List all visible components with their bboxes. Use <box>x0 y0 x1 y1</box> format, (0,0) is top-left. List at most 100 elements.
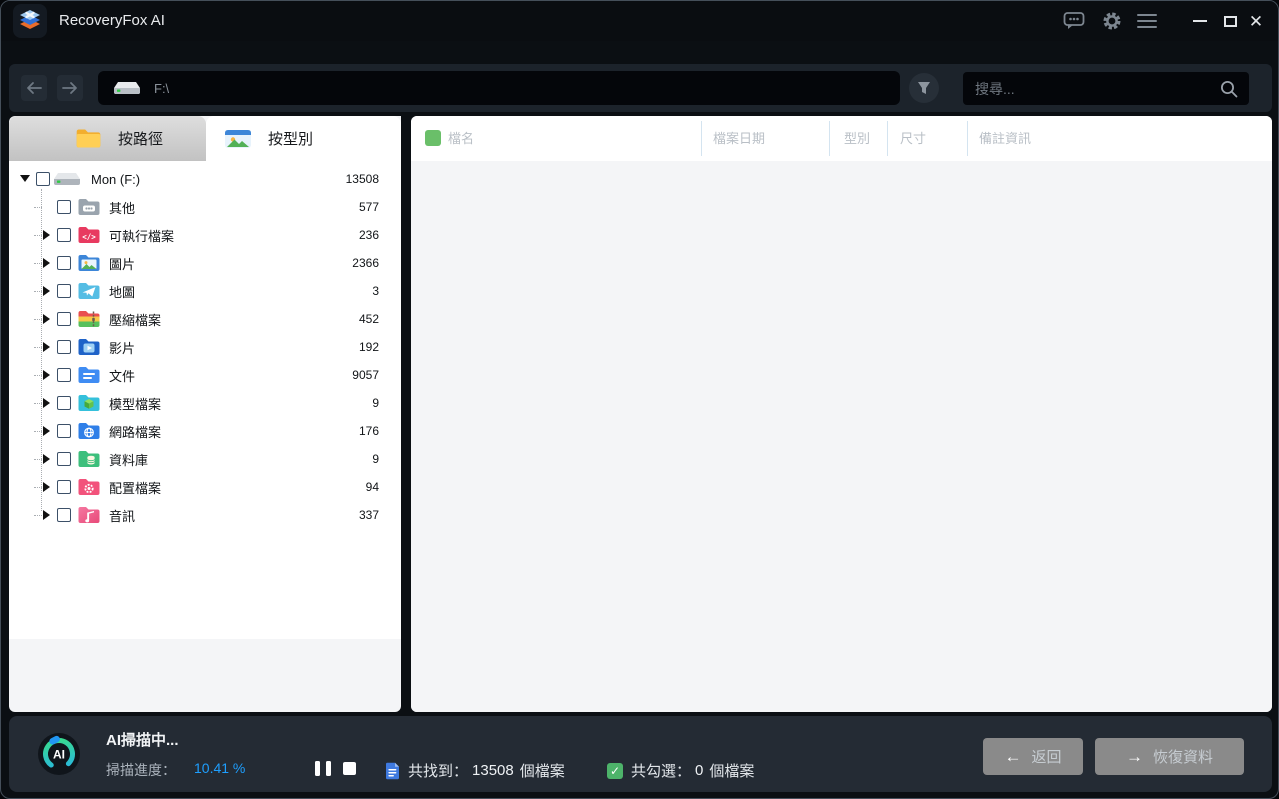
document-icon <box>385 762 400 780</box>
tree-row-database[interactable]: 資料庫 9 <box>9 445 401 473</box>
tree-row-drive[interactable]: Mon (F:) 13508 <box>9 165 401 193</box>
expand-arrow-icon[interactable] <box>43 482 53 492</box>
search-placeholder: 搜尋... <box>975 79 1219 99</box>
recover-data-button[interactable]: → 恢復資料 <box>1095 738 1244 775</box>
tree-row-network[interactable]: 網路檔案 176 <box>9 417 401 445</box>
tree-row-models[interactable]: 模型檔案 9 <box>9 389 401 417</box>
select-all-checkbox[interactable] <box>425 130 441 146</box>
menu-icon[interactable] <box>1136 10 1158 32</box>
minimize-icon[interactable] <box>1187 9 1213 33</box>
tree-checkbox[interactable] <box>57 424 71 438</box>
found-unit: 個檔案 <box>520 760 565 781</box>
tree-count: 2366 <box>352 256 379 270</box>
column-header-size[interactable]: 尺寸 <box>900 116 926 161</box>
folder-models-icon <box>77 393 101 413</box>
back-button[interactable]: ← 返回 <box>983 738 1083 775</box>
tree-count: 94 <box>366 480 379 494</box>
ai-scan-icon: AI <box>36 731 82 777</box>
tree-label: 配置檔案 <box>109 478 161 497</box>
column-separator[interactable] <box>701 121 702 156</box>
tree-count: 176 <box>359 424 379 438</box>
back-arrow-icon: ← <box>1004 747 1021 767</box>
tree-row-archives[interactable]: 壓縮檔案 452 <box>9 305 401 333</box>
maximize-icon[interactable] <box>1217 9 1243 33</box>
file-list-header: 檔名 檔案日期 型別 尺寸 備註資訊 <box>411 116 1272 161</box>
recover-arrow-icon: → <box>1126 747 1143 767</box>
settings-gear-icon[interactable] <box>1101 10 1123 32</box>
folder-videos-icon <box>77 337 101 357</box>
tree-checkbox[interactable] <box>57 396 71 410</box>
tree-row-config[interactable]: 配置檔案 94 <box>9 473 401 501</box>
tree-row-other[interactable]: 其他 577 <box>9 193 401 221</box>
pause-icon[interactable] <box>315 761 331 776</box>
column-header-type[interactable]: 型別 <box>844 116 870 161</box>
tree-label: 網路檔案 <box>109 422 161 441</box>
tree-checkbox[interactable] <box>57 508 71 522</box>
tree-checkbox[interactable] <box>57 256 71 270</box>
tree-checkbox[interactable] <box>57 312 71 326</box>
tab-by-type[interactable]: 按型別 <box>206 116 401 161</box>
found-count-group: 共找到： 13508 個檔案 <box>385 760 565 781</box>
app-title: RecoveryFox AI <box>59 1 165 41</box>
tree-row-audio[interactable]: 音訊 337 <box>9 501 401 529</box>
expand-arrow-icon[interactable] <box>43 426 53 436</box>
search-input[interactable]: 搜尋... <box>963 72 1249 105</box>
expand-arrow-icon[interactable] <box>43 258 53 268</box>
folder-network-icon <box>77 421 101 441</box>
tree-checkbox[interactable] <box>57 368 71 382</box>
forward-arrow-button[interactable] <box>57 75 83 101</box>
close-icon[interactable]: ✕ <box>1243 9 1269 33</box>
path-field[interactable]: F:\ <box>98 71 900 105</box>
folder-documents-icon <box>77 365 101 385</box>
tree-checkbox[interactable] <box>57 452 71 466</box>
expand-arrow-icon[interactable] <box>43 398 53 408</box>
file-list-body <box>411 161 1272 712</box>
file-list-panel: 檔名 檔案日期 型別 尺寸 備註資訊 <box>411 116 1272 712</box>
back-arrow-button[interactable] <box>21 75 47 101</box>
tree-count: 3 <box>372 284 379 298</box>
tree-label: 地圖 <box>109 282 135 301</box>
collapse-arrow-icon[interactable] <box>20 175 30 185</box>
tree-checkbox[interactable] <box>36 172 50 186</box>
checked-checkbox-icon: ✓ <box>607 763 623 779</box>
tree-checkbox[interactable] <box>57 480 71 494</box>
tree-row-documents[interactable]: 文件 9057 <box>9 361 401 389</box>
path-value: F:\ <box>154 81 169 96</box>
expand-arrow-icon[interactable] <box>43 510 53 520</box>
status-bar: AI AI掃描中... 掃描進度： 10.41 % 共找到： 13508 個檔案… <box>9 716 1272 792</box>
tree-checkbox[interactable] <box>57 340 71 354</box>
tree-count: 9 <box>372 396 379 410</box>
checked-value: 0 <box>695 762 703 779</box>
stop-icon[interactable] <box>343 762 356 775</box>
expand-arrow-icon[interactable] <box>43 230 53 240</box>
folder-archives-icon <box>77 309 101 329</box>
tree-checkbox[interactable] <box>57 284 71 298</box>
column-header-filename[interactable]: 檔名 <box>448 116 474 161</box>
search-icon[interactable] <box>1219 79 1239 99</box>
column-separator[interactable] <box>967 121 968 156</box>
expand-arrow-icon[interactable] <box>43 454 53 464</box>
chat-icon[interactable] <box>1063 10 1085 32</box>
tree-checkbox[interactable] <box>57 228 71 242</box>
app-logo-icon <box>13 4 47 38</box>
column-separator[interactable] <box>829 121 830 156</box>
tree-row-maps[interactable]: 地圖 3 <box>9 277 401 305</box>
tree-count: 9 <box>372 452 379 466</box>
expand-arrow-icon[interactable] <box>43 370 53 380</box>
column-header-filedate[interactable]: 檔案日期 <box>713 116 765 161</box>
expand-arrow-icon[interactable] <box>43 342 53 352</box>
expand-arrow-icon[interactable] <box>43 314 53 324</box>
tab-by-path[interactable]: 按路徑 <box>9 116 206 161</box>
tree-row-images[interactable]: 圖片 2366 <box>9 249 401 277</box>
column-separator[interactable] <box>887 121 888 156</box>
tree-checkbox[interactable] <box>57 200 71 214</box>
tree-row-executable[interactable]: </> 可執行檔案 236 <box>9 221 401 249</box>
expand-arrow-icon[interactable] <box>43 286 53 296</box>
found-value: 13508 <box>472 762 514 779</box>
column-header-remarks[interactable]: 備註資訊 <box>979 116 1031 161</box>
checked-unit: 個檔案 <box>709 760 754 781</box>
tree-count: 337 <box>359 508 379 522</box>
filter-funnel-icon[interactable] <box>909 73 939 103</box>
tab-by-type-label: 按型別 <box>268 128 313 149</box>
tree-row-videos[interactable]: 影片 192 <box>9 333 401 361</box>
